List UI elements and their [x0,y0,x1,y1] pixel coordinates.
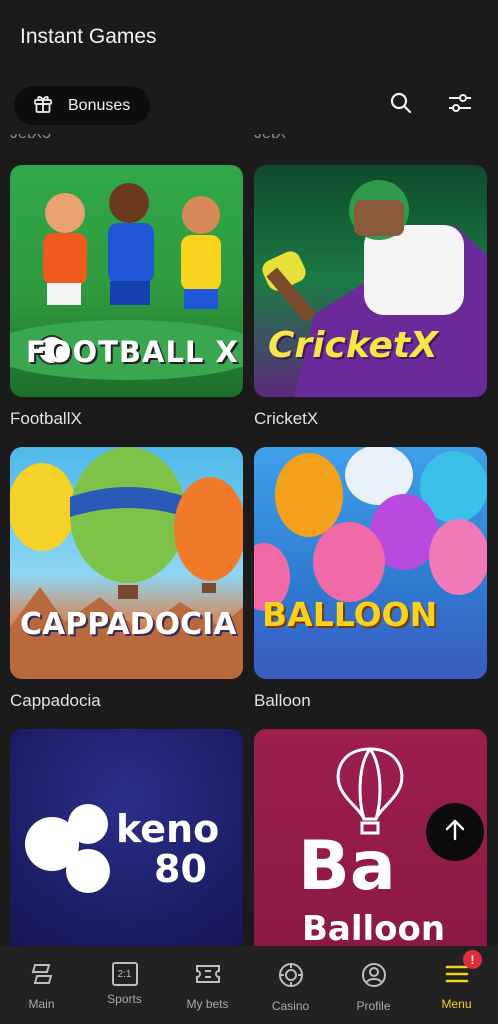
nav-label: My bets [186,997,229,1011]
game-art-title: FOOTBALL X [26,335,239,369]
filter-button[interactable] [445,90,475,120]
game-thumbnail[interactable]: keno 80 [10,729,243,946]
nav-item-sports[interactable]: 2:1 Sports [83,946,166,1024]
game-label: FootballX [10,409,82,428]
game-card-balloon[interactable]: BALLOON Balloon [254,447,487,711]
nav-label: Sports [107,992,142,1006]
scroll-to-top-button[interactable] [426,803,484,861]
game-card-footballx[interactable]: FOOTBALL X FootballX [10,165,243,429]
profile-icon [361,962,387,993]
game-label: CricketX [254,409,319,428]
balloon-logo-name: Balloon [302,909,446,946]
ticket-icon [194,962,222,991]
game-thumbnail[interactable]: CricketX [254,165,487,397]
hot-air-balloons-illustration [10,447,243,679]
game-art-title: BALLOON [262,595,438,634]
game-card-keno80[interactable]: keno 80 [10,729,243,946]
nav-item-profile[interactable]: Profile [332,946,415,1024]
arrow-up-icon [444,818,466,847]
game-card-cricketx[interactable]: CricketX CricketX [254,165,487,429]
game-label: Balloon [254,691,311,710]
nav-label: Casino [271,999,310,1013]
nav-label: Menu [441,997,472,1011]
game-label-partial: JetX [254,134,286,143]
search-button[interactable] [386,90,416,120]
games-grid[interactable]: JetX3 JetX FOOTBALL X FootballX [0,134,498,946]
keno-logo-number: 80 [154,847,207,891]
bonuses-button[interactable]: Bonuses [14,86,150,125]
main-icon [29,962,55,991]
bottom-nav: Main 2:1 Sports My bets Casino Profile M… [0,946,498,1024]
game-thumbnail[interactable]: BALLOON [254,447,487,679]
sports-icon: 2:1 [111,962,138,986]
game-art-title: CAPPADOCIA [20,607,237,642]
toolbar: Bonuses [0,76,498,134]
gift-icon [32,92,54,119]
game-label: Cappadocia [10,691,101,710]
nav-item-my-bets[interactable]: My bets [166,946,249,1024]
app-header: Instant Games [0,0,498,76]
balloons-illustration [254,447,487,611]
game-art-title: CricketX [268,325,438,366]
balloon-logo-short: Ba [298,827,396,906]
game-label-partial: JetX3 [10,134,51,143]
nav-label: Main [28,997,55,1011]
game-thumbnail[interactable]: CAPPADOCIA [10,447,243,679]
bonuses-label: Bonuses [68,96,131,114]
nav-item-menu[interactable]: Menu [415,946,498,1024]
game-card-cappadocia[interactable]: CAPPADOCIA Cappadocia [10,447,243,711]
nav-item-casino[interactable]: Casino [249,946,332,1024]
sliders-icon [447,91,473,120]
nav-item-main[interactable]: Main [0,946,83,1024]
notification-badge: ! [463,950,482,969]
search-icon [389,91,413,120]
keno-logo-text: keno [116,807,220,851]
game-thumbnail[interactable]: FOOTBALL X [10,165,243,397]
page-title: Instant Games [20,25,157,48]
casino-chip-icon [278,962,304,993]
nav-label: Profile [356,999,391,1013]
